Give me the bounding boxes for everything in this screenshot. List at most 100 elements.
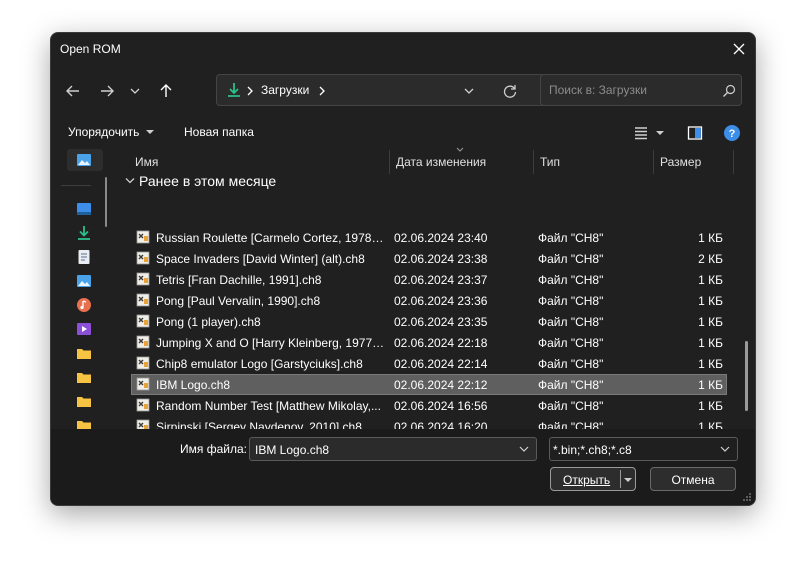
file-name: Pong (1 player).ch8 xyxy=(156,315,261,329)
refresh-icon[interactable] xyxy=(501,82,519,100)
file-type: Файл "CH8" xyxy=(538,378,604,392)
new-folder-button[interactable]: Новая папка xyxy=(184,125,254,139)
file-row[interactable]: Random Number Test [Matthew Mikolay,... … xyxy=(131,395,727,416)
ch8-file-icon xyxy=(136,419,150,429)
file-row[interactable]: Pong [Paul Vervalin, 1990].ch8 02.06.202… xyxy=(131,290,727,311)
file-type: Файл "CH8" xyxy=(538,399,604,413)
search-icon[interactable] xyxy=(721,83,737,99)
file-row[interactable]: Pong (1 player).ch8 02.06.2024 23:35 Фай… xyxy=(131,311,727,332)
folder-icon[interactable] xyxy=(76,345,92,361)
caret-down-icon xyxy=(656,131,664,135)
search-box[interactable]: Поиск в: Загрузки xyxy=(540,74,742,106)
file-date: 02.06.2024 23:40 xyxy=(394,231,488,245)
file-row[interactable]: Chip8 emulator Logo [Garstyciuks].ch8 02… xyxy=(131,353,727,374)
file-type-filter-value: *.bin;*.ch8;*.c8 xyxy=(553,443,632,457)
column-separator[interactable] xyxy=(389,150,390,174)
ch8-file-icon xyxy=(136,230,150,244)
file-name: Sirpinski [Sergey Naydenov, 2010].ch8 xyxy=(156,420,362,429)
window-title: Open ROM xyxy=(60,42,121,56)
pictures-icon[interactable] xyxy=(76,273,92,289)
organize-menu[interactable]: Упорядочить xyxy=(61,117,161,147)
filename-input[interactable]: IBM Logo.ch8 xyxy=(255,443,329,457)
file-size: 1 КБ xyxy=(698,315,723,329)
search-placeholder: Поиск в: Загрузки xyxy=(549,83,647,97)
file-size: 2 КБ xyxy=(698,252,723,266)
file-size: 1 КБ xyxy=(698,378,723,392)
file-type: Файл "CH8" xyxy=(538,336,604,350)
back-button[interactable] xyxy=(59,77,87,105)
column-separator[interactable] xyxy=(653,150,654,174)
downloads-icon[interactable] xyxy=(76,225,92,241)
file-row-selected[interactable]: IBM Logo.ch8 02.06.2024 22:12 Файл "CH8"… xyxy=(131,374,727,395)
file-name: Jumping X and O [Harry Kleinberg, 1977].… xyxy=(156,336,386,350)
arrow-right-icon xyxy=(101,85,114,97)
ch8-file-icon xyxy=(136,293,150,307)
column-separator[interactable] xyxy=(533,150,534,174)
desktop-icon[interactable] xyxy=(76,201,92,217)
file-size: 1 КБ xyxy=(698,294,723,308)
folder-icon[interactable] xyxy=(76,393,92,409)
group-label: Ранее в этом месяце xyxy=(139,173,277,189)
file-date: 02.06.2024 16:20 xyxy=(394,420,488,429)
ch8-file-icon xyxy=(136,398,150,412)
ch8-file-icon xyxy=(136,356,150,370)
file-type: Файл "CH8" xyxy=(538,420,604,429)
videos-icon[interactable] xyxy=(76,321,92,337)
file-size: 1 КБ xyxy=(698,357,723,371)
arrow-up-icon xyxy=(160,84,172,97)
chevron-down-icon[interactable] xyxy=(461,83,477,99)
file-type: Файл "CH8" xyxy=(538,231,604,245)
column-header-type[interactable]: Тип xyxy=(540,155,560,185)
vertical-scrollbar[interactable] xyxy=(745,341,748,411)
downloads-icon xyxy=(228,83,240,97)
music-icon[interactable] xyxy=(76,297,92,313)
file-row[interactable]: Russian Roulette [Carmelo Cortez, 1978].… xyxy=(131,227,727,248)
ch8-file-icon xyxy=(136,314,150,328)
chevron-down-icon[interactable] xyxy=(518,443,530,455)
cancel-button-label: Отмена xyxy=(671,473,715,487)
caret-down-icon xyxy=(146,130,154,134)
folder-icon[interactable] xyxy=(76,417,92,429)
caret-down-icon[interactable] xyxy=(623,475,633,485)
ch8-file-icon xyxy=(136,335,150,349)
navigation-pane xyxy=(51,147,111,429)
file-row[interactable]: Sirpinski [Sergey Naydenov, 2010].ch8 02… xyxy=(131,416,727,429)
file-size: 1 КБ xyxy=(698,273,723,287)
navigation-bar: Загрузки Поиск в: Загрузки xyxy=(51,69,755,113)
breadcrumb-separator-icon xyxy=(319,86,325,96)
cancel-button[interactable]: Отмена xyxy=(650,467,736,491)
forward-button[interactable] xyxy=(93,77,121,105)
column-header-size[interactable]: Размер xyxy=(660,155,701,185)
address-bar[interactable]: Загрузки xyxy=(216,74,553,106)
pictures-icon xyxy=(77,154,91,166)
view-options-button[interactable] xyxy=(629,123,669,143)
file-row[interactable]: Tetris [Fran Dachille, 1991].ch8 02.06.2… xyxy=(131,269,727,290)
resize-grip-icon[interactable] xyxy=(742,492,752,502)
file-date: 02.06.2024 22:14 xyxy=(394,357,488,371)
sidebar-scrollbar[interactable] xyxy=(105,177,107,227)
preview-pane-icon[interactable] xyxy=(687,125,703,141)
up-button[interactable] xyxy=(152,77,180,105)
file-name: Space Invaders [David Winter] (alt).ch8 xyxy=(156,252,365,266)
filename-combobox[interactable]: IBM Logo.ch8 xyxy=(249,437,537,461)
file-row[interactable]: Space Invaders [David Winter] (alt).ch8 … xyxy=(131,248,727,269)
file-name: Russian Roulette [Carmelo Cortez, 1978].… xyxy=(156,231,386,245)
folder-icon[interactable] xyxy=(76,369,92,385)
help-icon[interactable]: ? xyxy=(723,124,741,142)
open-button-label[interactable]: Открыть xyxy=(563,473,610,487)
documents-icon[interactable] xyxy=(76,249,92,265)
sidebar-item-selected[interactable] xyxy=(67,149,103,171)
file-name: IBM Logo.ch8 xyxy=(156,378,231,392)
column-header-date[interactable]: Дата изменения xyxy=(396,155,486,185)
breadcrumb-downloads[interactable]: Загрузки xyxy=(261,83,309,97)
file-type-filter[interactable]: *.bin;*.ch8;*.c8 xyxy=(549,437,738,461)
split-divider xyxy=(620,470,621,488)
close-button[interactable] xyxy=(723,33,755,65)
file-name: Random Number Test [Matthew Mikolay,... xyxy=(156,399,381,413)
column-separator[interactable] xyxy=(733,150,734,174)
file-row[interactable]: Jumping X and O [Harry Kleinberg, 1977].… xyxy=(131,332,727,353)
recent-locations-button[interactable] xyxy=(123,77,147,105)
file-date: 02.06.2024 23:35 xyxy=(394,315,488,329)
open-split-button[interactable]: Открыть xyxy=(550,467,636,491)
file-name: Chip8 emulator Logo [Garstyciuks].ch8 xyxy=(156,357,363,371)
